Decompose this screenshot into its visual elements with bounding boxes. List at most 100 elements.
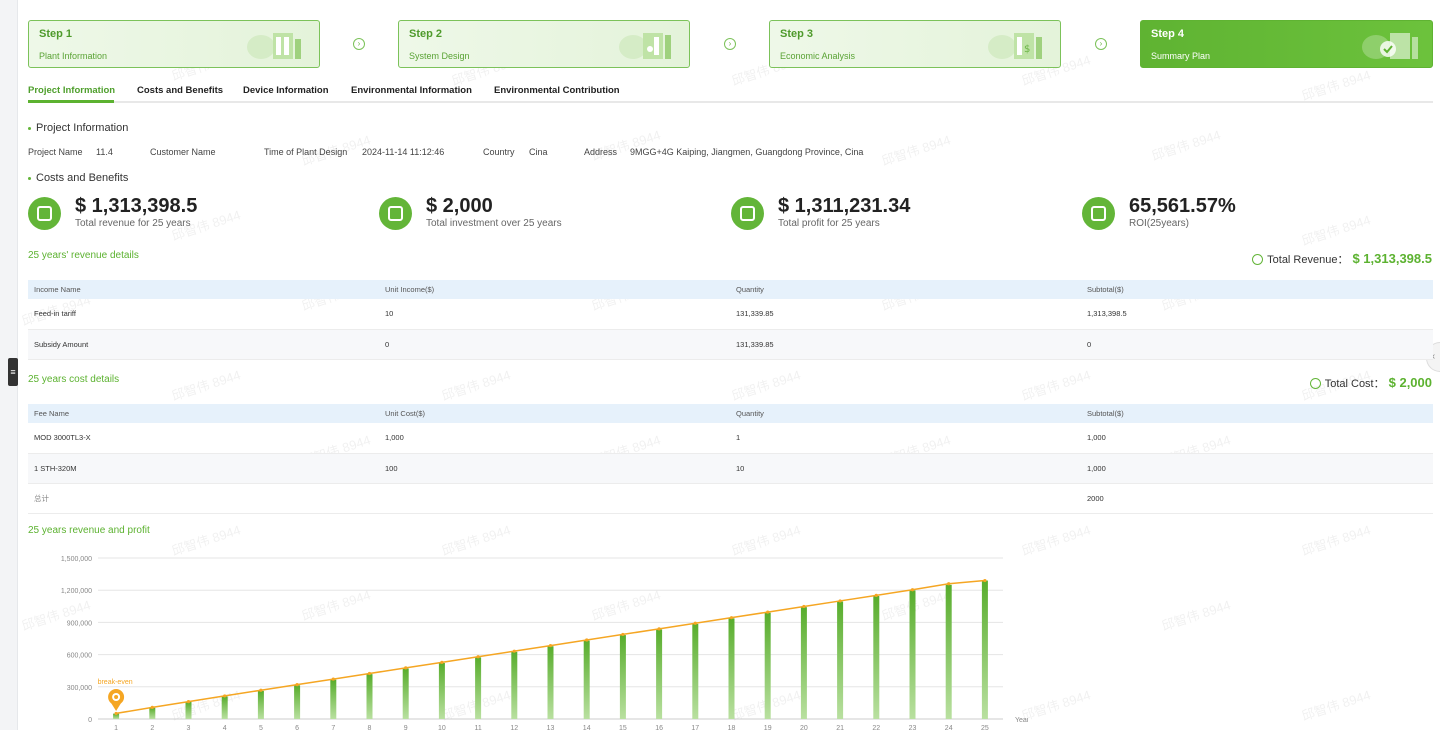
- line-point: [367, 671, 372, 676]
- x-tick-label: 1: [114, 725, 118, 730]
- step-number: Step 1: [39, 28, 73, 40]
- line-point: [150, 705, 154, 710]
- tab-project-information[interactable]: Project Information: [28, 85, 115, 96]
- cost-table: Fee Name Unit Cost($) Quantity Subtotal(…: [28, 404, 1433, 514]
- table-row: Feed-in tariff 10 131,339.85 1,313,398.5: [28, 299, 1433, 330]
- break-even-label: break-even: [98, 679, 133, 686]
- table-row: Subsidy Amount 0 131,339.85 0: [28, 329, 1433, 360]
- x-tick-label: 13: [547, 725, 555, 730]
- line-point: [693, 621, 697, 625]
- economic-illustration-icon: $: [988, 33, 1042, 59]
- table-row-total: 总计 2000: [28, 483, 1433, 514]
- chart-bar: [692, 623, 699, 719]
- x-tick-label: 16: [655, 725, 663, 730]
- line-point: [910, 588, 915, 592]
- column-header: Subtotal($): [1081, 280, 1433, 299]
- x-tick-label: 7: [331, 725, 335, 730]
- chart-bar: [330, 679, 337, 719]
- line-point: [186, 700, 191, 704]
- line-point: [223, 694, 227, 698]
- watermark-text: 邱智伟 8944: [1019, 687, 1093, 724]
- metric-value: $ 1,311,231.34: [778, 195, 911, 217]
- summary-illustration-icon: [1362, 33, 1418, 59]
- step-summary-plan[interactable]: Step 4 Summary Plan: [1140, 20, 1433, 68]
- line-point: [331, 677, 335, 681]
- step-number: Step 2: [409, 28, 443, 40]
- step-number: Step 4: [1151, 28, 1185, 40]
- x-axis-label: Year: [1015, 717, 1028, 724]
- step-progress: Step 1 Plant Information › Step 2 System…: [28, 20, 1433, 68]
- table-cell: MOD 3000TL3-X: [28, 423, 379, 454]
- table-header-row: Income Name Unit Income($) Quantity Subt…: [28, 280, 1433, 299]
- line-point: [440, 660, 444, 664]
- step-economic-analysis[interactable]: Step 3 Economic Analysis $: [769, 20, 1061, 68]
- y-tick-label: 900,000: [67, 620, 92, 627]
- chart-bar: [619, 635, 626, 719]
- customer-name-label: Customer Name: [150, 147, 216, 157]
- sidebar-toggle-handle[interactable]: ≡: [8, 358, 18, 386]
- total-cost-value: $ 2,000: [1388, 375, 1432, 390]
- revenue-table: Income Name Unit Income($) Quantity Subt…: [28, 280, 1433, 360]
- calculator-icon: [28, 197, 61, 230]
- table-cell: 1,313,398.5: [1081, 299, 1433, 330]
- address-label: Address: [584, 147, 618, 157]
- step-name: Summary Plan: [1151, 51, 1211, 61]
- chart-bar: [583, 640, 590, 719]
- line-point: [548, 643, 553, 648]
- watermark-text: 邱智伟 8944: [1019, 367, 1093, 404]
- line-point: [295, 683, 299, 687]
- column-header: Unit Income($): [379, 280, 730, 299]
- line-point: [512, 649, 516, 653]
- y-tick-label: 600,000: [67, 653, 92, 660]
- step-plant-information[interactable]: Step 1 Plant Information: [28, 20, 320, 68]
- chart-bar: [438, 662, 445, 719]
- tab-costs-and-benefits[interactable]: Costs and Benefits: [137, 85, 223, 96]
- line-point: [729, 616, 734, 620]
- x-tick-label: 17: [691, 725, 699, 730]
- metric-label: Total revenue for 25 years: [75, 218, 191, 229]
- column-header: Fee Name: [28, 404, 379, 423]
- design-time-label: Time of Plant Design: [264, 147, 348, 157]
- chart-bar: [149, 707, 156, 719]
- table-cell: 0: [1081, 329, 1433, 360]
- svg-text:$: $: [1024, 44, 1030, 55]
- table-cell: [379, 483, 730, 514]
- metric-value: 65,561.57%: [1129, 195, 1236, 217]
- watermark-text: 邱智伟 8944: [729, 367, 803, 404]
- x-tick-label: 20: [800, 725, 808, 730]
- watermark-text: 邱智伟 8944: [439, 367, 513, 404]
- line-point: [947, 582, 951, 586]
- x-tick-label: 5: [259, 725, 263, 730]
- chart-bar: [294, 685, 301, 719]
- costs-benefits-heading: Costs and Benefits: [28, 172, 128, 184]
- tab-device-information[interactable]: Device Information: [243, 85, 329, 96]
- chart-bar: [511, 651, 518, 719]
- revenue-coin-icon: [1252, 253, 1264, 265]
- x-tick-label: 21: [836, 725, 844, 730]
- column-header: Quantity: [730, 280, 1081, 299]
- table-cell: 131,339.85: [730, 329, 1081, 360]
- tab-environmental-contribution[interactable]: Environmental Contribution: [494, 85, 620, 96]
- table-row: 1 STH-320M 100 10 1,000: [28, 453, 1433, 484]
- x-tick-label: 15: [619, 725, 627, 730]
- chart-bar: [547, 646, 554, 719]
- table-cell: 1,000: [1081, 453, 1433, 484]
- step-system-design[interactable]: Step 2 System Design: [398, 20, 690, 68]
- tab-environmental-information[interactable]: Environmental Information: [351, 85, 472, 96]
- table-cell: 1 STH-320M: [28, 453, 379, 484]
- metric-value: $ 2,000: [426, 195, 493, 217]
- chart-bar: [873, 595, 880, 719]
- line-point: [657, 627, 661, 631]
- line-point: [114, 711, 118, 716]
- column-header: Subtotal($): [1081, 404, 1433, 423]
- line-point: [476, 655, 480, 659]
- x-tick-label: 19: [764, 725, 772, 730]
- watermark-text: 邱智伟 8944: [1299, 687, 1373, 724]
- chart-bar: [728, 618, 735, 719]
- line-point: [404, 666, 408, 670]
- column-header: Income Name: [28, 280, 379, 299]
- country-value: Cina: [529, 147, 548, 157]
- total-revenue-summary: Total Revenue： $ 1,313,398.5: [1252, 251, 1432, 267]
- chart-title: 25 years revenue and profit: [28, 525, 150, 536]
- design-time-value: 2024-11-14 11:12:46: [362, 147, 445, 157]
